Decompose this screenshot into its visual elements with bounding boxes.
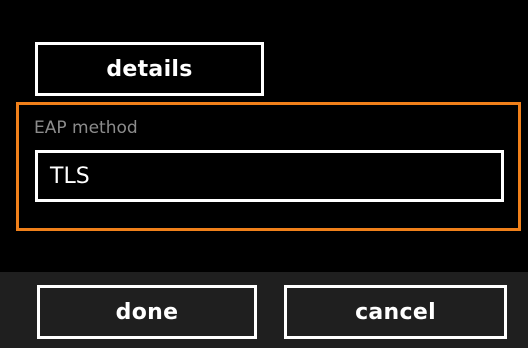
done-button[interactable]: done	[37, 285, 257, 339]
eap-method-select[interactable]: TLS	[35, 150, 504, 202]
details-button[interactable]: details	[35, 42, 264, 96]
app-bar: done cancel	[0, 272, 528, 348]
eap-method-panel: EAP method TLS	[16, 102, 521, 231]
eap-method-label: EAP method	[34, 118, 138, 138]
eap-method-value: TLS	[50, 163, 90, 189]
cancel-button[interactable]: cancel	[284, 285, 507, 339]
